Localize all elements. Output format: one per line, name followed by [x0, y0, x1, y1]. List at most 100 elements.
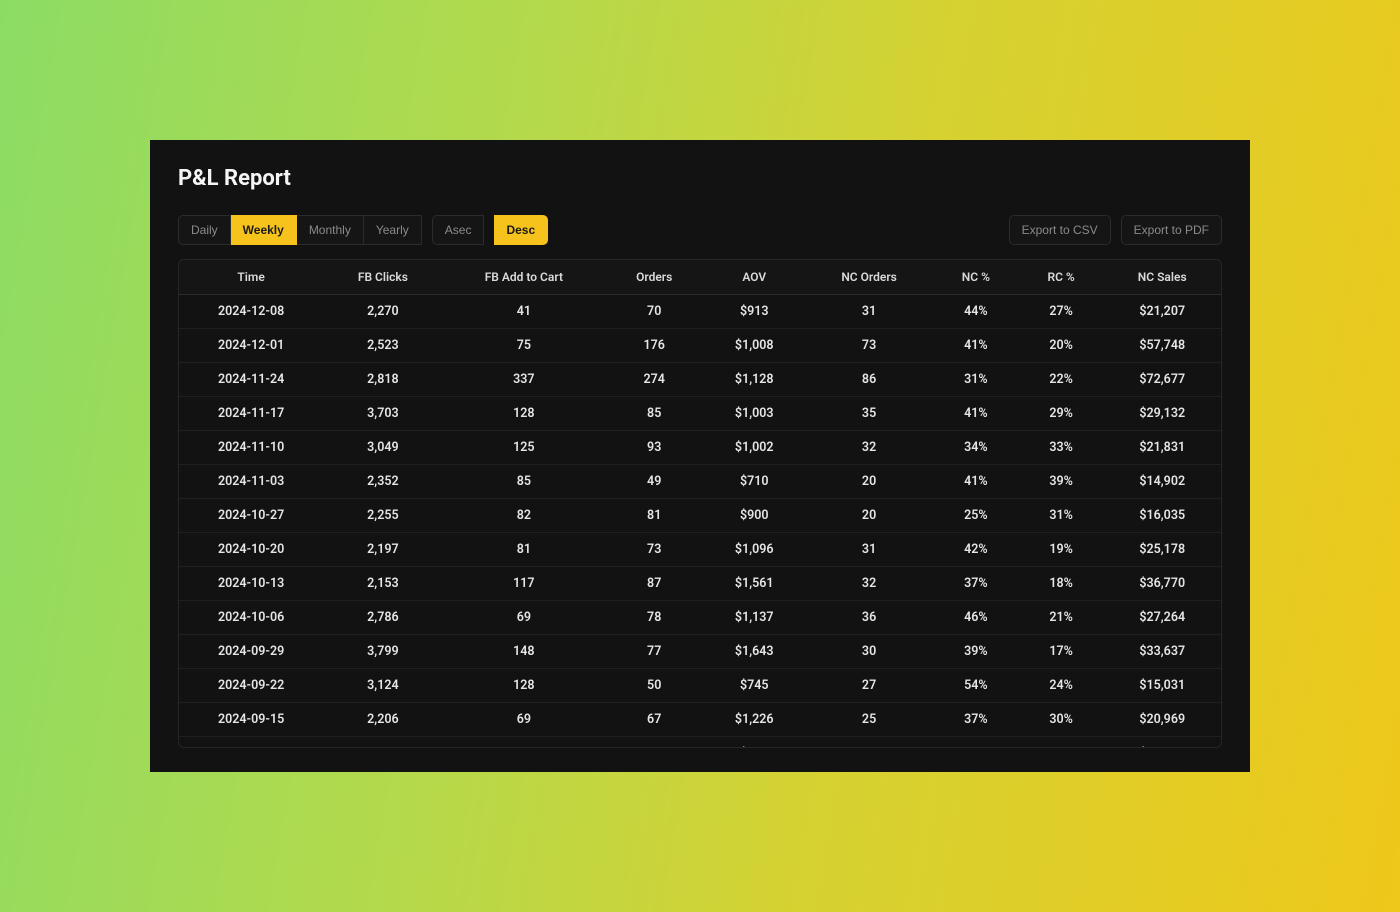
table-cell: 78	[443, 737, 606, 748]
table-cell: $14,902	[1103, 465, 1221, 499]
table-cell: 2024-09-15	[179, 703, 323, 737]
table-cell: 128	[443, 669, 606, 703]
table-cell: 27	[805, 669, 933, 703]
table-cell: $25,078	[1103, 737, 1221, 748]
column-header[interactable]: Orders	[605, 260, 703, 295]
sort-desc[interactable]: Desc	[494, 215, 548, 245]
table-cell: 2,153	[323, 567, 442, 601]
table-cell: $900	[703, 499, 805, 533]
table-cell: 117	[443, 567, 606, 601]
table-cell: 17%	[1019, 635, 1104, 669]
column-header[interactable]: AOV	[703, 260, 805, 295]
table-cell: 2024-11-24	[179, 363, 323, 397]
table-cell: 20	[805, 499, 933, 533]
page-title: P&L Report	[178, 166, 1222, 191]
table-cell: 23%	[1019, 737, 1104, 748]
table-row[interactable]: 2024-11-032,3528549$7102041%39%$14,902	[179, 465, 1221, 499]
table-cell: 3,703	[323, 397, 442, 431]
table-cell: 86	[805, 363, 933, 397]
table-cell: 32	[805, 431, 933, 465]
column-header[interactable]: FB Clicks	[323, 260, 442, 295]
column-header[interactable]: NC Sales	[1103, 260, 1221, 295]
timeframe-monthly[interactable]: Monthly	[297, 215, 364, 245]
table-cell: 41%	[933, 329, 1019, 363]
table-row[interactable]: 2024-10-272,2558281$9002025%31%$16,035	[179, 499, 1221, 533]
table-cell: $1,226	[703, 703, 805, 737]
table-cell: $1,643	[703, 635, 805, 669]
report-table: TimeFB ClicksFB Add to CartOrdersAOVNC O…	[179, 260, 1221, 747]
toolbar-right-group: Export to CSV Export to PDF	[1009, 215, 1222, 245]
table-cell: 67	[605, 703, 703, 737]
table-row[interactable]: 2024-09-223,12412850$7452754%24%$15,031	[179, 669, 1221, 703]
table-cell: $36,770	[1103, 567, 1221, 601]
timeframe-daily[interactable]: Daily	[178, 215, 231, 245]
column-header[interactable]: RC %	[1019, 260, 1104, 295]
table-cell: $1,561	[703, 567, 805, 601]
table-cell: 2024-12-08	[179, 295, 323, 329]
sort-asc[interactable]: Asec	[432, 215, 485, 245]
table-cell: 30	[805, 635, 933, 669]
table-cell: 3,049	[323, 431, 442, 465]
table-cell: 33%	[1019, 431, 1104, 465]
export-pdf-button[interactable]: Export to PDF	[1121, 215, 1222, 245]
table-cell: 31%	[1019, 499, 1104, 533]
table-row[interactable]: 2024-10-202,1978173$1,0963142%19%$25,178	[179, 533, 1221, 567]
table-cell: 20	[805, 465, 933, 499]
table-cell: 75	[605, 737, 703, 748]
table-row[interactable]: 2024-11-173,70312885$1,0033541%29%$29,13…	[179, 397, 1221, 431]
table-cell: 29%	[1019, 397, 1104, 431]
table-row[interactable]: 2024-09-082,4417875$8133547%23%$25,078	[179, 737, 1221, 748]
table-body: 2024-12-082,2704170$9133144%27%$21,20720…	[179, 295, 1221, 748]
table-cell: 70	[605, 295, 703, 329]
table-row[interactable]: 2024-11-103,04912593$1,0023234%33%$21,83…	[179, 431, 1221, 465]
table-cell: $1,128	[703, 363, 805, 397]
table-cell: 2,523	[323, 329, 442, 363]
table-cell: 54%	[933, 669, 1019, 703]
table-cell: 2,441	[323, 737, 442, 748]
table-cell: $1,003	[703, 397, 805, 431]
table-cell: 37%	[933, 703, 1019, 737]
table-cell: 85	[605, 397, 703, 431]
column-header[interactable]: Time	[179, 260, 323, 295]
timeframe-yearly[interactable]: Yearly	[364, 215, 422, 245]
table-cell: $913	[703, 295, 805, 329]
table-cell: 46%	[933, 601, 1019, 635]
table-cell: $1,002	[703, 431, 805, 465]
table-row[interactable]: 2024-09-152,2066967$1,2262537%30%$20,969	[179, 703, 1221, 737]
table-row[interactable]: 2024-12-012,52375176$1,0087341%20%$57,74…	[179, 329, 1221, 363]
timeframe-weekly[interactable]: Weekly	[231, 215, 297, 245]
table-cell: $72,677	[1103, 363, 1221, 397]
table-cell: 41	[443, 295, 606, 329]
column-header[interactable]: NC %	[933, 260, 1019, 295]
table-cell: 27%	[1019, 295, 1104, 329]
table-cell: 2,352	[323, 465, 442, 499]
export-csv-button[interactable]: Export to CSV	[1009, 215, 1111, 245]
table-cell: 2,818	[323, 363, 442, 397]
table-cell: $57,748	[1103, 329, 1221, 363]
table-row[interactable]: 2024-12-082,2704170$9133144%27%$21,207	[179, 295, 1221, 329]
table-cell: 34%	[933, 431, 1019, 465]
table-cell: 2,206	[323, 703, 442, 737]
table-row[interactable]: 2024-09-293,79914877$1,6433039%17%$33,63…	[179, 635, 1221, 669]
table-row[interactable]: 2024-10-132,15311787$1,5613237%18%$36,77…	[179, 567, 1221, 601]
table-scroll-area[interactable]: TimeFB ClicksFB Add to CartOrdersAOVNC O…	[179, 260, 1221, 747]
table-cell: 2024-09-29	[179, 635, 323, 669]
table-cell: 2024-10-27	[179, 499, 323, 533]
table-cell: $1,137	[703, 601, 805, 635]
table-cell: 148	[443, 635, 606, 669]
table-cell: 30%	[1019, 703, 1104, 737]
table-cell: 2024-09-08	[179, 737, 323, 748]
table-head: TimeFB ClicksFB Add to CartOrdersAOVNC O…	[179, 260, 1221, 295]
table-cell: 2,270	[323, 295, 442, 329]
table-row[interactable]: 2024-11-242,818337274$1,1288631%22%$72,6…	[179, 363, 1221, 397]
table-cell: 41%	[933, 397, 1019, 431]
table-cell: 2024-10-13	[179, 567, 323, 601]
table-cell: 31	[805, 533, 933, 567]
table-cell: 69	[443, 703, 606, 737]
table-row[interactable]: 2024-10-062,7866978$1,1373646%21%$27,264	[179, 601, 1221, 635]
table-cell: $710	[703, 465, 805, 499]
table-cell: 81	[605, 499, 703, 533]
table-cell: 47%	[933, 737, 1019, 748]
column-header[interactable]: FB Add to Cart	[443, 260, 606, 295]
column-header[interactable]: NC Orders	[805, 260, 933, 295]
